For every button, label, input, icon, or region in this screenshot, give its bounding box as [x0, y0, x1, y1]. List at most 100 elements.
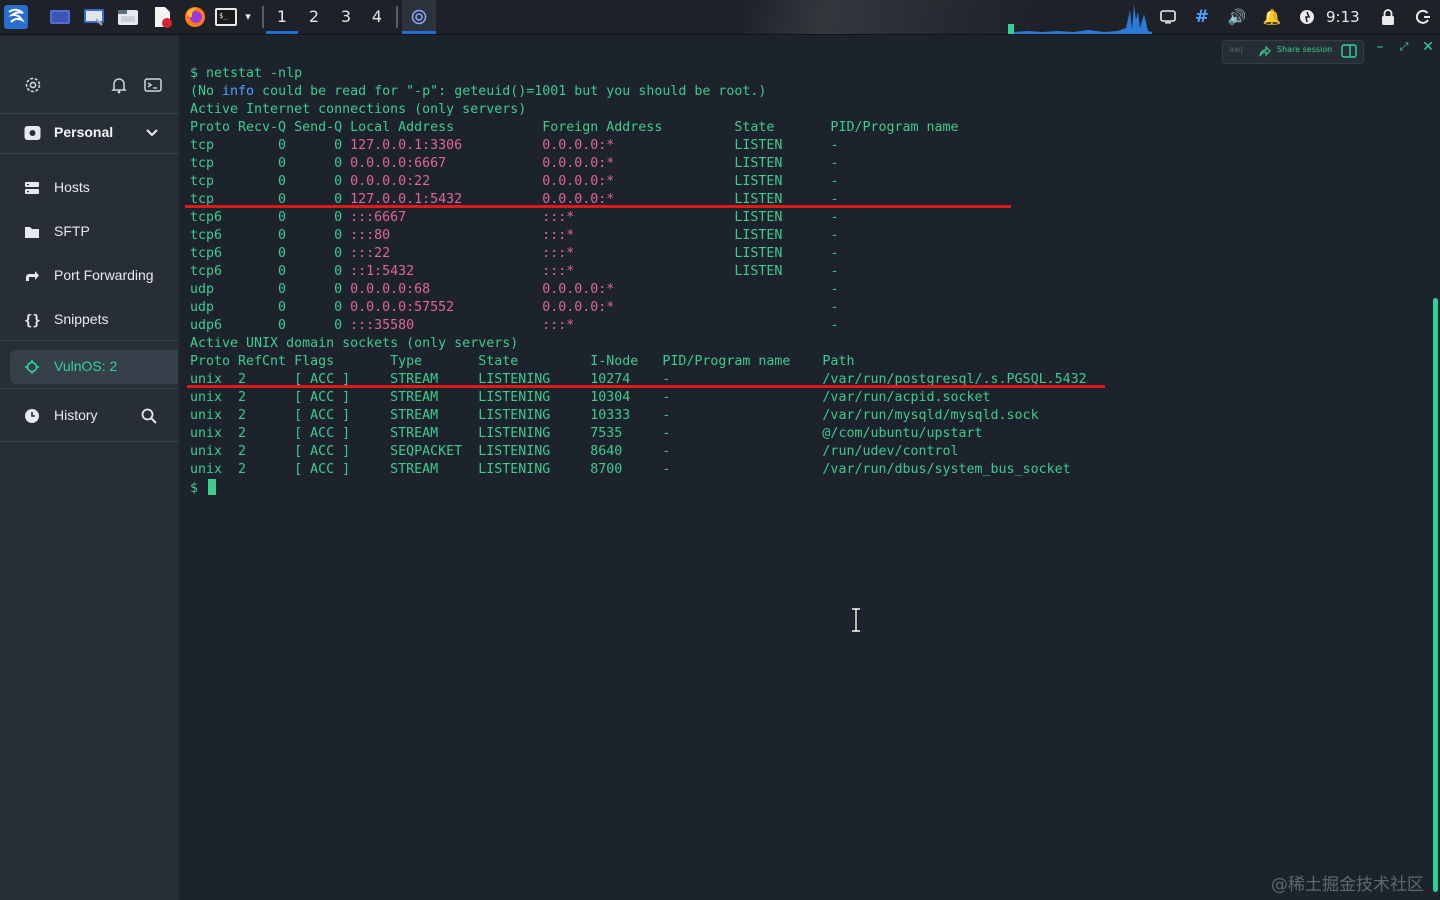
history-icon	[25, 409, 39, 423]
terminal-text-segment: -	[614, 282, 839, 297]
terminal-text-segment: LISTEN -	[614, 138, 839, 153]
terminal-icon[interactable]: $_	[214, 5, 238, 29]
display-icon[interactable]	[1158, 6, 1178, 28]
sidebar-item-label: Hosts	[54, 179, 90, 195]
terminal-text-segment: :::35580 :::*	[350, 318, 575, 333]
sidebar-item-label: Snippets	[54, 311, 109, 327]
terminal-line: udp6 0 0 :::35580 :::* -	[190, 317, 1087, 335]
split-view-icon[interactable]	[1341, 44, 1357, 58]
workspace-3[interactable]: 3	[330, 0, 362, 34]
terminal-line: unix 2 [ ACC ] STREAM LISTENING 10333 - …	[190, 408, 1039, 423]
sidebar-item-label: History	[54, 407, 98, 423]
sidebar-item-sftp[interactable]: SFTP	[0, 214, 179, 250]
vault-selector[interactable]: Personal	[0, 115, 179, 152]
terminal-line: tcp6 0 0 :::6667 :::* LISTEN -	[190, 209, 1087, 227]
terminal-text-segment: :::80 :::*	[350, 228, 575, 243]
highlight-underline	[185, 205, 1011, 208]
local-terminal-icon[interactable]	[143, 75, 163, 95]
toolbar-aw-label: aw|	[1229, 45, 1244, 54]
screenshot-icon[interactable]	[82, 5, 106, 29]
terminal-text-segment: LISTEN -	[574, 264, 839, 279]
sidebar-item-snippets[interactable]: {} Snippets	[0, 302, 179, 338]
text-editor-icon[interactable]	[150, 5, 174, 29]
terminal-line: udp 0 0 0.0.0.0:68 0.0.0.0:* -	[190, 281, 1087, 299]
sidebar-divider	[0, 388, 179, 389]
terminal-text-segment: LISTEN -	[574, 210, 839, 225]
terminal-text-segment: tcp6 0 0	[190, 246, 351, 261]
file-manager-icon[interactable]	[116, 5, 140, 29]
terminal-text-segment: (No	[190, 84, 223, 99]
watermark: @稀土掘金技术社区	[1271, 875, 1424, 895]
terminal-line: $ netstat -nlp	[190, 66, 303, 81]
active-host-vulnos[interactable]: VulnOS: 2	[10, 350, 178, 384]
terminal-line: udp 0 0 0.0.0.0:57552 0.0.0.0:* -	[190, 299, 1087, 317]
terminal-text-segment: tcp6 0 0	[190, 228, 351, 243]
terminal-line: Proto Recv-Q Send-Q Local Address Foreig…	[190, 120, 959, 135]
highlight-underline	[187, 385, 1105, 388]
terminal-text-segment: LISTEN -	[574, 246, 839, 261]
termius-icon	[411, 9, 427, 25]
notification-icon[interactable]: 🔔	[1262, 6, 1282, 28]
terminal-scrollbar[interactable]	[1433, 298, 1438, 892]
lock-icon[interactable]	[1378, 6, 1398, 28]
sidebar-divider	[0, 441, 179, 442]
taskbar-separator	[396, 6, 398, 28]
terminal-text-segment: tcp 0 0	[190, 174, 351, 189]
terminal-cursor	[208, 479, 217, 495]
sidebar-item-history[interactable]: History	[0, 398, 179, 434]
maximize-icon[interactable]: ⤢	[1397, 40, 1411, 54]
terminal-line: tcp6 0 0 ::1:5432 :::* LISTEN -	[190, 263, 1087, 281]
terminal-line: Active Internet connections (only server…	[190, 102, 527, 117]
settings-gear-icon[interactable]	[23, 75, 43, 95]
terminal-text-segment: -	[574, 318, 839, 333]
terminal-line: tcp 0 0 127.0.0.1:3306 0.0.0.0:* LISTEN …	[190, 137, 1087, 155]
braces-icon: {}	[24, 313, 40, 328]
sidebar-item-label: SFTP	[54, 223, 90, 239]
chevron-down-icon	[146, 129, 158, 137]
terminal-text-segment: tcp6 0 0	[190, 210, 351, 225]
terminal-toolbar: aw| Share session	[1222, 40, 1364, 64]
dropdown-icon[interactable]: ▾	[238, 6, 258, 28]
termius-task[interactable]	[402, 0, 436, 34]
input-method-icon[interactable]: #	[1192, 6, 1212, 28]
sidebar-item-hosts[interactable]: Hosts	[0, 170, 179, 206]
terminal-text-segment: tcp 0 0	[190, 156, 351, 171]
vault-label: Personal	[54, 124, 114, 140]
sidebar-item-label: Port Forwarding	[54, 267, 154, 283]
terminal-line: tcp6 0 0 :::22 :::* LISTEN -	[190, 245, 1087, 263]
workspace-1[interactable]: 1	[266, 0, 298, 34]
terminal-line: tcp 0 0 0.0.0.0:6667 0.0.0.0:* LISTEN -	[190, 155, 1087, 173]
hosts-icon	[25, 182, 39, 194]
search-icon[interactable]	[141, 408, 157, 424]
firefox-icon[interactable]	[183, 5, 207, 29]
start-menu-icon[interactable]	[4, 5, 28, 29]
sidebar-item-port-forwarding[interactable]: Port Forwarding	[0, 258, 179, 294]
prompt-symbol: $	[190, 481, 207, 496]
notification-bell-icon[interactable]	[109, 75, 129, 95]
svg-text:{}: {}	[24, 313, 40, 328]
vault-icon	[24, 126, 41, 140]
terminal-output[interactable]: $ netstat -nlp (No info could be read for…	[190, 65, 1087, 497]
close-icon[interactable]: ✕	[1421, 40, 1435, 54]
minimize-icon[interactable]: –	[1373, 40, 1387, 54]
terminal-pane[interactable]: $ netstat -nlp (No info could be read for…	[179, 35, 1440, 900]
power-icon[interactable]	[1413, 6, 1433, 28]
share-session-button[interactable]: Share session	[1277, 45, 1332, 54]
update-icon[interactable]	[1297, 6, 1317, 28]
terminal-text-segment: 127.0.0.1:3306 0.0.0.0:*	[350, 138, 615, 153]
port-forwarding-icon	[26, 271, 39, 281]
sidebar-divider	[0, 153, 179, 154]
terminal-prompt[interactable]: $	[190, 479, 1087, 497]
workspace-4[interactable]: 4	[361, 0, 393, 34]
terminal-line: unix 2 [ ACC ] STREAM LISTENING 10304 - …	[190, 390, 991, 405]
terminal-text-segment: tcp 0 0	[190, 138, 351, 153]
desktop-icon[interactable]	[48, 5, 72, 29]
terminal-text-segment: 0.0.0.0:68 0.0.0.0:*	[350, 282, 615, 297]
volume-icon[interactable]: 🔊	[1227, 6, 1247, 28]
sidebar: Personal Hosts SFTP Port Forwarding {} S…	[0, 35, 179, 900]
terminal-text-segment: 0.0.0.0:57552 0.0.0.0:*	[350, 300, 615, 315]
terminal-text-segment: ::1:5432 :::*	[350, 264, 575, 279]
workspace-2[interactable]: 2	[298, 0, 330, 34]
folder-icon	[25, 227, 39, 238]
clock[interactable]: 9:13	[1326, 0, 1360, 34]
